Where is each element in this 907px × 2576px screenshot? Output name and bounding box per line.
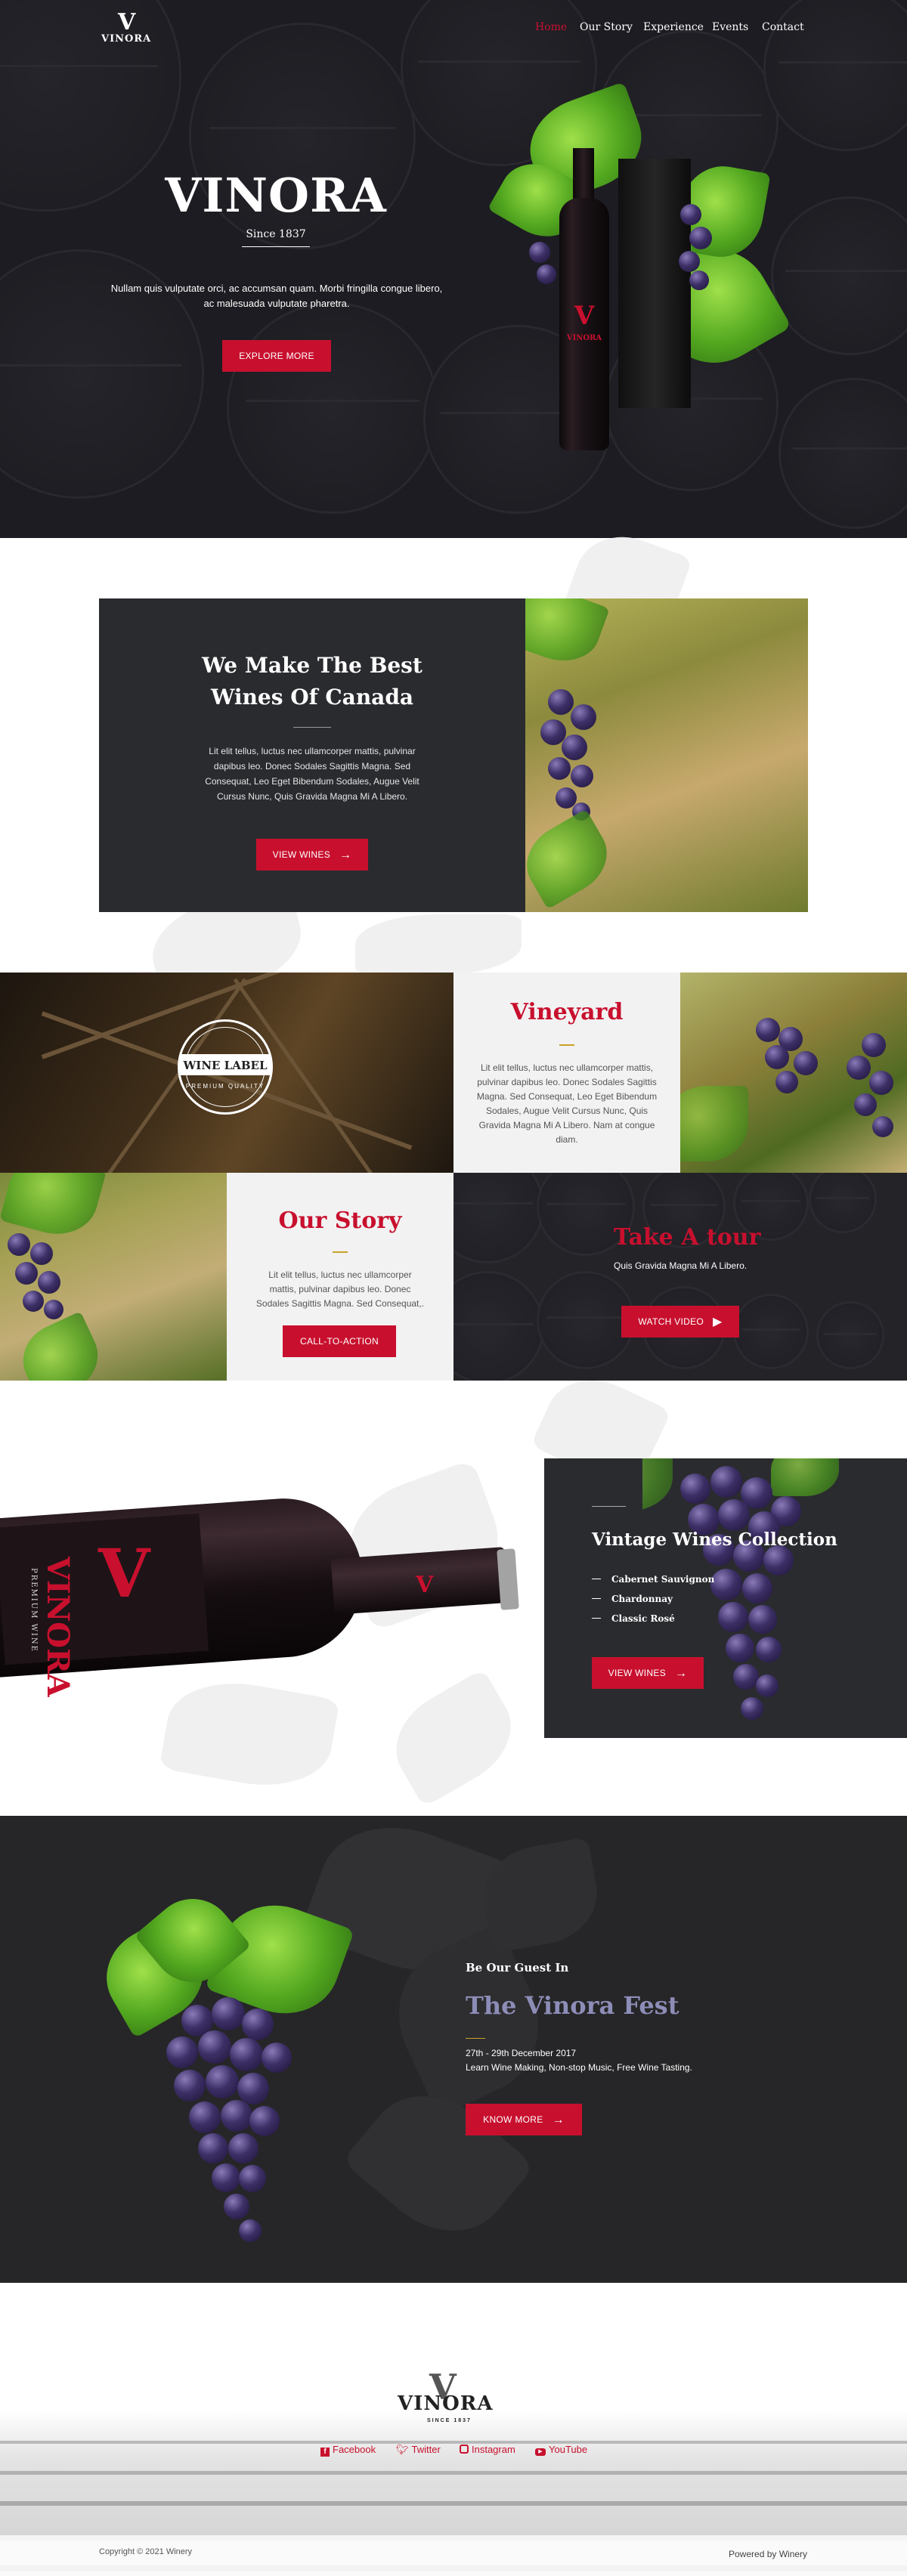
take-a-tour-text: Quis Gravida Magna Mi A Libero. [614,1260,748,1271]
take-a-tour-video [454,1173,907,1381]
know-more-button[interactable]: KNOW MORE → [466,2104,582,2135]
our-story-divider [333,1251,348,1253]
nav-item-our-story[interactable]: Our Story [580,21,633,33]
list-item: Chardonnay [592,1589,714,1609]
youtube-icon: ▶ [535,2448,546,2456]
arrow-right-icon: → [339,849,352,861]
intro-heading-line-2: Wines Of Canada [210,685,414,710]
wine-label-badge-text: WINE LABEL [183,1059,268,1072]
social-link-twitter[interactable]: 🐦︎ Twitter [396,2444,441,2456]
purple-grapes-image [680,973,907,1173]
collection-heading: Vintage Wines Collection [592,1529,837,1550]
event-section: Be Our Guest In The Vinora Fest 27th - 2… [0,1816,907,2283]
nav-item-contact[interactable]: Contact [762,21,804,33]
nav-item-experience[interactable]: Experience [643,21,704,33]
play-icon: ▶ [713,1316,723,1328]
our-story-text: Lit elit tellus, luctus nec ullamcorper … [255,1269,425,1309]
view-wines-label: VIEW WINES [272,849,331,860]
nav-item-home[interactable]: Home [535,21,567,33]
intro-heading: We Make The Best Wines Of Canada [99,650,525,713]
social-link-facebook[interactable]: f Facebook [320,2444,376,2457]
arrow-right-icon: → [552,2114,565,2126]
intro-divider [293,727,331,728]
event-heading: The Vinora Fest [466,1991,679,2020]
wine-gift-box [618,159,691,408]
instagram-icon [460,2445,469,2454]
arrow-right-icon: → [675,1667,688,1680]
twitter-icon: 🐦︎ [396,2444,409,2455]
collection-list: Cabernet Sauvignon Chardonnay Classic Ro… [592,1569,714,1628]
list-item: Cabernet Sauvignon [592,1569,714,1589]
vineyard-divider [559,1044,574,1046]
bottle-label-name: VINORA [566,334,602,342]
collection-bottle-sub: PREMIUM WINE [29,1568,38,1653]
collection-bottle-mark: V [98,1534,150,1613]
intro-text: Lit elit tellus, luctus nec ullamcorper … [205,746,419,802]
social-label: Instagram [472,2444,515,2455]
view-wines-button[interactable]: VIEW WINES → [256,839,368,871]
social-label: Facebook [333,2444,376,2455]
event-text: Learn Wine Making, Non-stop Music, Free … [466,2062,692,2073]
facebook-icon: f [320,2448,330,2457]
list-item-label: Classic Rosé [611,1613,675,1624]
hero-divider [242,246,310,247]
collection-divider [592,1506,626,1507]
wine-label-badge-sub: PREMIUM QUALITY [185,1083,265,1090]
event-date: 27th - 29th December 2017 [466,2048,577,2058]
footer-logo-text[interactable]: VINORA [398,2392,494,2415]
hero-section: V VINORA Home Our Story Experience Event… [0,0,907,538]
watch-video-label: WATCH VIDEO [638,1316,704,1327]
vineyard-grapes-image [525,598,808,912]
list-item: Classic Rosé [592,1609,714,1628]
social-label: Twitter [411,2444,441,2455]
copyright-text: Copyright © 2021 Winery [99,2547,193,2556]
take-a-tour-heading: Take A tour [614,1224,761,1251]
social-label: YouTube [549,2444,588,2455]
bottle-neck-mark: V [416,1572,434,1598]
our-story-heading: Our Story [278,1208,402,1234]
grape-vine-image [0,1173,227,1381]
watch-video-button[interactable]: WATCH VIDEO ▶ [621,1306,739,1337]
event-divider [466,2038,485,2039]
logo-text[interactable]: VINORA [101,33,151,45]
hero-text: Nullam quis vulputate orci, ac accumsan … [110,283,443,309]
social-link-youtube[interactable]: ▶ YouTube [535,2444,587,2456]
vineyard-heading: Vineyard [510,999,624,1025]
event-kicker: Be Our Guest In [466,1961,569,1975]
powered-by-text: Powered by Winery [729,2549,808,2559]
logo-mark[interactable]: V [118,9,135,36]
know-more-label: KNOW MORE [483,2114,543,2125]
footer-logo-since: SINCE 1837 [427,2418,472,2423]
collection-bottle-name: VINORA [40,1557,76,1697]
social-link-instagram[interactable]: Instagram [460,2444,515,2455]
hero-title: VINORA [165,168,387,223]
collection-view-wines-button[interactable]: VIEW WINES → [592,1657,704,1689]
nav-item-events[interactable]: Events [712,21,748,33]
intro-heading-line-1: We Make The Best [202,653,423,678]
explore-more-button[interactable]: EXPLORE MORE [222,340,331,372]
bottle-label-mark: V [574,301,595,331]
wine-cellar-image: WINE LABEL PREMIUM QUALITY [0,973,454,1173]
call-to-action-button[interactable]: CALL-TO-ACTION [283,1325,396,1357]
hero-since: Since 1837 [246,228,306,240]
list-item-label: Cabernet Sauvignon [611,1574,715,1585]
collection-view-wines-label: VIEW WINES [608,1668,667,1678]
vineyard-text: Lit elit tellus, luctus nec ullamcorper … [476,1062,658,1145]
list-item-label: Chardonnay [611,1594,673,1604]
